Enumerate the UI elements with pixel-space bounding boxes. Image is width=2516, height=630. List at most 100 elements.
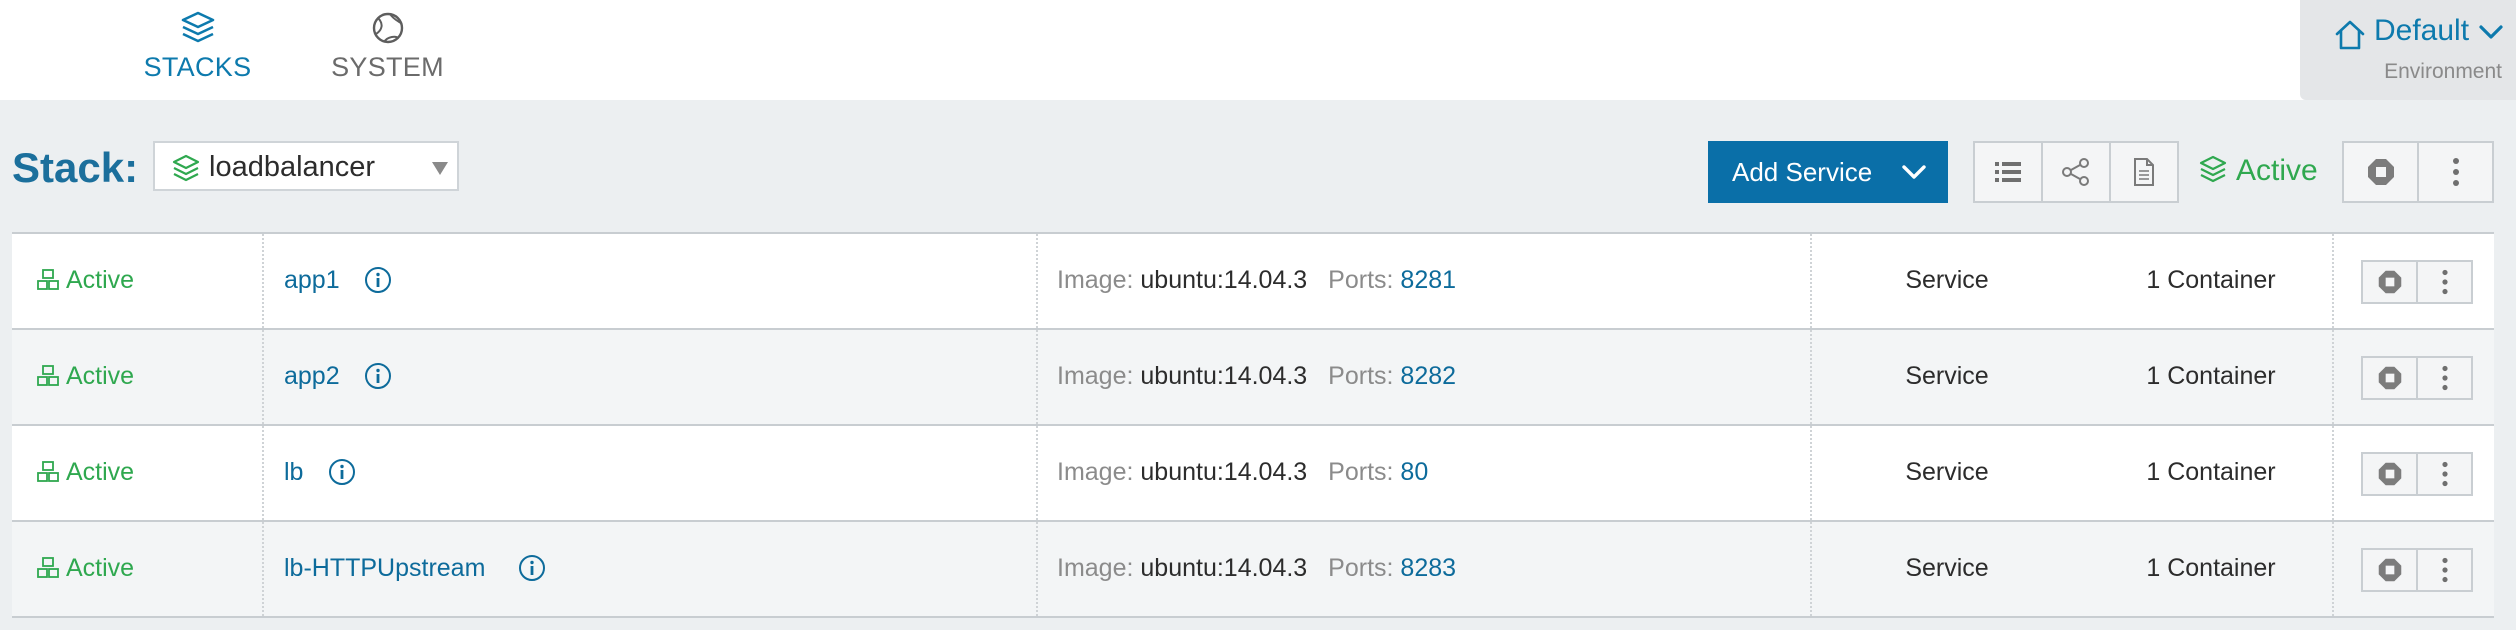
- image-label: Image:: [1057, 458, 1134, 486]
- container-count: 1 Container: [2146, 362, 2276, 390]
- containers-icon: [37, 557, 59, 578]
- row-actions: [2361, 260, 2473, 304]
- service-details: Image: ubuntu:14.04.3 Ports: 8281: [1057, 266, 1456, 295]
- row-actions: [2361, 452, 2473, 496]
- info-icon[interactable]: [364, 362, 392, 390]
- home-icon: [2335, 20, 2365, 50]
- service-stop-button[interactable]: [2363, 550, 2418, 590]
- add-service-button[interactable]: Add Service: [1708, 141, 1948, 203]
- top-header: STACKS SYSTEM Default Environment: [0, 0, 2516, 100]
- port-link[interactable]: 8283: [1400, 554, 1456, 582]
- chevron-down-icon: [2479, 25, 2503, 39]
- config-file-button[interactable]: [2111, 143, 2177, 201]
- service-kind: Service: [1905, 266, 1989, 294]
- service-stop-button[interactable]: [2363, 358, 2418, 398]
- view-toggle-group: [1973, 141, 2179, 203]
- service-more-button[interactable]: [2418, 262, 2471, 302]
- row-actions: [2361, 356, 2473, 400]
- table-row: Active lb Image: ubuntu:14.04.3 Ports: 8…: [12, 426, 2494, 522]
- stack-more-button[interactable]: [2419, 143, 2492, 201]
- port-link[interactable]: 8281: [1400, 266, 1456, 294]
- globe-icon: [372, 12, 403, 44]
- service-status-label: Active: [66, 362, 135, 390]
- caret-down-icon: [432, 162, 448, 175]
- column-divider: [1036, 426, 1038, 520]
- image-value: ubuntu:14.04.3: [1140, 458, 1308, 486]
- service-name-link[interactable]: app2: [284, 362, 340, 391]
- list-view-icon: [1995, 162, 2021, 182]
- service-more-button[interactable]: [2418, 550, 2471, 590]
- service-more-button[interactable]: [2418, 454, 2471, 494]
- tab-stacks-label: STACKS: [143, 52, 252, 82]
- more-vertical-icon: [2441, 269, 2448, 295]
- service-status-label: Active: [66, 554, 135, 582]
- more-vertical-icon: [2441, 557, 2448, 583]
- table-row: Active app1 Image: ubuntu:14.04.3 Ports:…: [12, 234, 2494, 330]
- graph-view-icon: [2062, 158, 2089, 186]
- layers-icon: [172, 154, 200, 182]
- service-name-link[interactable]: lb-HTTPUpstream: [284, 554, 485, 583]
- service-kind: Service: [1905, 362, 1989, 390]
- stack-stop-button[interactable]: [2344, 143, 2419, 201]
- table-row: Active lb-HTTPUpstream Image: ubuntu:14.…: [12, 522, 2494, 618]
- container-count: 1 Container: [2146, 458, 2276, 486]
- config-file-icon: [2134, 158, 2154, 186]
- service-stop-button[interactable]: [2363, 262, 2418, 302]
- stack-select-value: loadbalancer: [209, 151, 376, 183]
- image-value: ubuntu:14.04.3: [1140, 362, 1308, 390]
- service-status-label: Active: [66, 266, 135, 294]
- containers-icon: [37, 365, 59, 386]
- add-service-label: Add Service: [1732, 157, 1873, 187]
- more-vertical-icon: [2452, 158, 2459, 186]
- stop-icon: [2367, 159, 2394, 185]
- info-icon[interactable]: [518, 554, 546, 582]
- services-table: Active app1 Image: ubuntu:14.04.3 Ports:…: [12, 232, 2494, 618]
- info-icon[interactable]: [364, 266, 392, 294]
- column-divider: [262, 330, 264, 424]
- stop-icon: [2378, 462, 2401, 486]
- table-row: Active app2 Image: ubuntu:14.04.3 Ports:…: [12, 330, 2494, 426]
- container-count: 1 Container: [2146, 266, 2276, 294]
- stack-status-label: Active: [2236, 154, 2318, 187]
- service-name-link[interactable]: app1: [284, 266, 340, 295]
- info-icon[interactable]: [328, 458, 356, 486]
- chevron-down-icon[interactable]: [1901, 164, 1927, 180]
- service-stop-button[interactable]: [2363, 454, 2418, 494]
- service-details: Image: ubuntu:14.04.3 Ports: 80: [1057, 458, 1428, 487]
- service-kind: Service: [1905, 458, 1989, 486]
- graph-view-button[interactable]: [2043, 143, 2111, 201]
- tab-stacks[interactable]: STACKS: [140, 10, 255, 90]
- containers-icon: [37, 461, 59, 482]
- environment-switcher[interactable]: Default Environment: [2300, 0, 2516, 100]
- column-divider: [1036, 330, 1038, 424]
- environment-label: Environment: [2384, 60, 2502, 83]
- image-label: Image:: [1057, 554, 1134, 582]
- stop-icon: [2378, 366, 2401, 390]
- service-details: Image: ubuntu:14.04.3 Ports: 8282: [1057, 362, 1456, 391]
- service-name-link[interactable]: lb: [284, 458, 303, 487]
- column-divider: [262, 426, 264, 520]
- tab-system[interactable]: SYSTEM: [325, 10, 450, 90]
- column-divider: [262, 522, 264, 616]
- stack-actions-group: [2342, 141, 2494, 203]
- image-label: Image:: [1057, 362, 1134, 390]
- port-link[interactable]: 80: [1400, 458, 1428, 486]
- container-count: 1 Container: [2146, 554, 2276, 582]
- port-link[interactable]: 8282: [1400, 362, 1456, 390]
- layers-icon: [2199, 155, 2227, 183]
- service-more-button[interactable]: [2418, 358, 2471, 398]
- column-divider: [1036, 234, 1038, 328]
- stack-select[interactable]: loadbalancer: [153, 141, 459, 191]
- containers-icon: [37, 269, 59, 290]
- more-vertical-icon: [2441, 461, 2448, 487]
- tab-system-label: SYSTEM: [331, 52, 444, 82]
- row-actions: [2361, 548, 2473, 592]
- column-divider: [262, 234, 264, 328]
- image-value: ubuntu:14.04.3: [1140, 266, 1308, 294]
- list-view-button[interactable]: [1975, 143, 2043, 201]
- environment-name: Default: [2374, 14, 2470, 47]
- more-vertical-icon: [2441, 365, 2448, 391]
- image-label: Image:: [1057, 266, 1134, 294]
- stop-icon: [2378, 558, 2401, 582]
- service-kind: Service: [1905, 554, 1989, 582]
